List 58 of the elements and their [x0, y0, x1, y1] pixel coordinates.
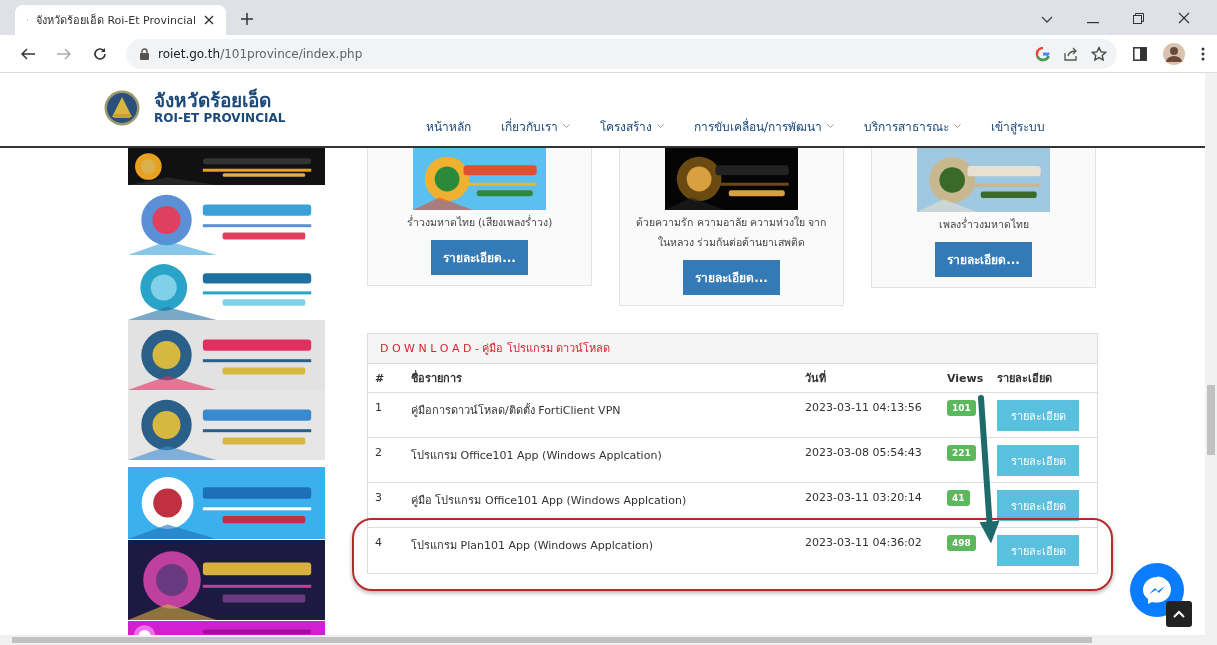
table-cell: 2023-03-11 04:36:02 [798, 527, 940, 573]
table-cell: โปรแกรม Office101 App (Windows Applcation) [404, 437, 798, 483]
nav-link[interactable]: เข้าสู่ระบบ [991, 117, 1046, 136]
table-cell: โปรแกรม Plan101 App (Windows Applcation) [404, 527, 798, 573]
column-header: ชื่อรายการ [404, 364, 798, 393]
table-cell: 2023-03-08 05:54:43 [798, 437, 940, 483]
close-icon[interactable] [1178, 12, 1190, 24]
avatar-icon[interactable] [1163, 42, 1185, 65]
column-header: Views [940, 364, 991, 393]
nav-link[interactable]: หน้าหลัก [426, 117, 471, 136]
lock-icon[interactable] [140, 47, 149, 60]
caret-up-icon[interactable] [1173, 610, 1185, 618]
vertical-scrollbar[interactable] [1205, 73, 1217, 635]
column-header: # [368, 364, 404, 393]
site-subtitle: ROI-ET PROVINCIAL [154, 111, 286, 125]
star-icon[interactable] [1091, 45, 1107, 62]
video-caption: เพลงร่ำวงมหาดไทย [937, 216, 1030, 232]
close-icon[interactable] [204, 15, 214, 25]
details-button[interactable]: รายละเอียด... [935, 242, 1032, 277]
address-bar[interactable]: roiet.go.th/101province/index.php [126, 38, 1117, 69]
url-text[interactable]: roiet.go.th/101province/index.php [158, 46, 363, 61]
table-cell: คู่มือการดาวน์โหลด/ติดตั้ง FortiClient VPN [404, 392, 798, 438]
view-count: 41 [947, 490, 970, 506]
horizontal-scrollbar[interactable] [0, 635, 1217, 645]
more-menu-icon[interactable] [1201, 46, 1205, 61]
table-cell: 4 [368, 527, 404, 573]
view-count: 498 [947, 535, 976, 551]
share-icon[interactable] [1063, 45, 1079, 62]
nav-link[interactable]: บริการสาธารณะ [864, 117, 962, 136]
back-to-top-button[interactable] [1166, 601, 1192, 627]
chevron-down-icon[interactable] [1041, 16, 1053, 24]
back-arrow-icon[interactable] [21, 47, 35, 60]
column-header: วันที่ [798, 364, 940, 393]
table-cell: 3 [368, 482, 404, 528]
new-tab-icon[interactable] [241, 13, 253, 25]
nav-link[interactable]: เกี่ยวกับเรา [501, 117, 570, 136]
panel-heading: D O W N L O A D - คู่มือ โปรแกรม ดาวน์โหลด [368, 334, 1097, 364]
site-title: จังหวัดร้อยเอ็ด [154, 89, 272, 111]
column-header: รายละเอียด [990, 364, 1097, 393]
minimize-icon[interactable] [1087, 22, 1099, 24]
view-count: 221 [947, 445, 976, 461]
side-panel-icon[interactable] [1133, 46, 1147, 61]
browser-tab[interactable]: จังหวัดร้อยเอ็ด Roi-Et Provincial [15, 5, 226, 35]
restore-icon[interactable] [1133, 13, 1144, 24]
table-cell: 2 [368, 437, 404, 483]
table-cell: คู่มือ โปรแกรม Office101 App (Windows Applcation) [404, 482, 798, 528]
google-icon[interactable] [1035, 45, 1051, 62]
nav-link[interactable]: การขับเคลื่อน/การพัฒนา [694, 117, 835, 136]
view-count: 101 [947, 400, 976, 416]
details-button[interactable]: รายละเอียด... [431, 240, 528, 275]
table-cell: 2023-03-11 04:13:56 [798, 392, 940, 438]
table-cell: 1 [368, 392, 404, 438]
details-button[interactable]: รายละเอียด... [683, 260, 780, 295]
video-caption: ด้วยความรัก ความอาลัย ความห่วงใย จาก ในหลวง ร่วมกันต่อต้านยาเสพติด [635, 215, 828, 250]
reload-icon[interactable] [93, 46, 107, 61]
table-cell: 2023-03-11 03:20:14 [798, 482, 940, 528]
video-caption: ร่ำวงมหาดไทย (เสียงเพลงร่ำวง) [405, 214, 554, 230]
nav-link[interactable]: โครงสร้าง [600, 117, 664, 136]
